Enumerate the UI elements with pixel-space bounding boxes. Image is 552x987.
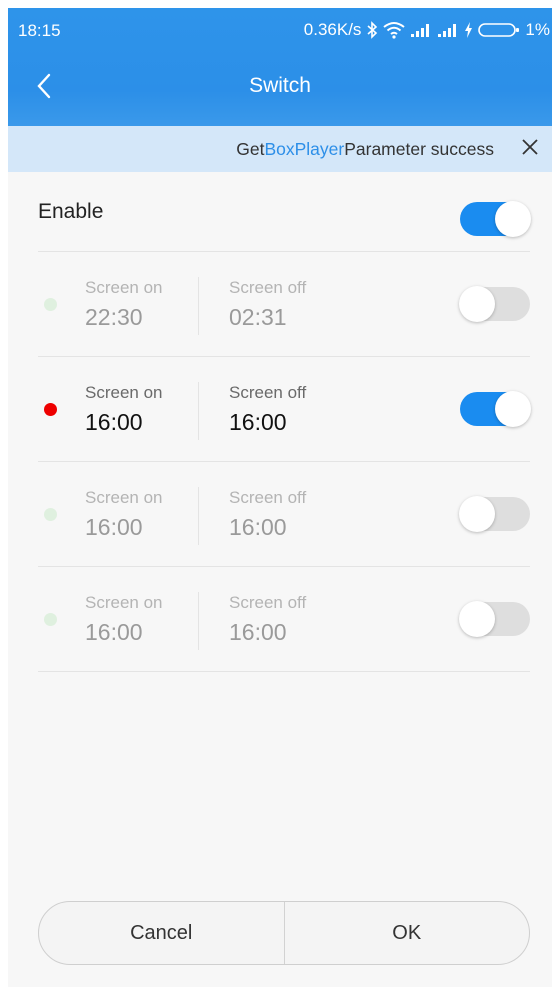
status-dot	[44, 508, 57, 521]
schedule-row: Screen on 16:00 Screen off 16:00	[38, 462, 530, 567]
status-icons: 0.36K/s 1%	[304, 20, 550, 40]
screen-on-time: 16:00	[85, 514, 143, 540]
column-divider	[198, 277, 199, 335]
schedule-row: Screen on 16:00 Screen off 16:00	[38, 567, 530, 672]
top-bar: 18:15 0.36K/s 1% Switch	[8, 8, 552, 126]
toast-close-button[interactable]	[520, 138, 540, 161]
screen-off-time: 16:00	[229, 409, 287, 435]
status-time: 18:15	[18, 21, 61, 40]
screen-on-time: 22:30	[85, 304, 143, 330]
screen: 18:15 0.36K/s 1% Switch GetBoxPlayerPara…	[8, 8, 552, 987]
screen-off-group[interactable]: Screen off 16:00	[229, 593, 306, 646]
screen-off-label: Screen off	[229, 488, 307, 507]
toast-text-part: Get	[236, 138, 265, 159]
page-title: Switch	[249, 74, 311, 97]
toggle-knob	[495, 391, 531, 427]
toast-message: GetBoxPlayerParameter success	[8, 126, 552, 172]
screen-off-label: Screen off	[229, 593, 307, 612]
action-buttons: Cancel OK	[38, 901, 530, 965]
schedule-toggle[interactable]	[459, 601, 530, 637]
screen-on-group[interactable]: Screen on 16:00	[85, 488, 163, 541]
battery-percent: 1%	[525, 20, 550, 39]
screen-on-time: 16:00	[85, 619, 143, 645]
screen-off-time: 16:00	[229, 514, 287, 540]
screen-off-group[interactable]: Screen off 02:31	[229, 278, 306, 331]
screen-off-time: 16:00	[229, 619, 287, 645]
toast-text-part: Parameter success	[344, 138, 494, 159]
screen-on-label: Screen on	[85, 488, 163, 507]
toggle-knob	[459, 496, 495, 532]
battery-icon	[478, 22, 520, 38]
toggle-knob	[459, 601, 495, 637]
status-dot	[44, 613, 57, 626]
bluetooth-icon	[366, 21, 378, 39]
enable-row: Enable	[38, 172, 531, 252]
signal-icon	[437, 22, 459, 38]
screen-on-time: 16:00	[85, 409, 143, 435]
toast-text: GetBoxPlayerParameter success	[236, 139, 494, 160]
enable-toggle[interactable]	[460, 201, 531, 237]
charging-icon	[464, 22, 473, 38]
enable-label: Enable	[38, 200, 104, 223]
screen-on-group[interactable]: Screen on 22:30	[85, 278, 163, 331]
screen-on-label: Screen on	[85, 593, 163, 612]
screen-off-group[interactable]: Screen off 16:00	[229, 488, 306, 541]
screen-off-time: 02:31	[229, 304, 287, 330]
schedule-row: Screen on 22:30 Screen off 02:31	[38, 252, 530, 357]
column-divider	[198, 487, 199, 545]
signal-icon	[410, 22, 432, 38]
screen-off-group[interactable]: Screen off 16:00	[229, 383, 306, 436]
status-dot	[44, 403, 57, 416]
toggle-knob	[459, 286, 495, 322]
screen-on-group[interactable]: Screen on 16:00	[85, 383, 163, 436]
column-divider	[198, 382, 199, 440]
net-speed: 0.36K/s	[303, 20, 362, 39]
screen-off-label: Screen off	[229, 383, 307, 402]
screen-on-label: Screen on	[85, 383, 163, 402]
schedule-toggle[interactable]	[459, 286, 530, 322]
ok-button[interactable]: OK	[285, 902, 530, 964]
screen-on-label: Screen on	[85, 278, 163, 297]
cancel-button[interactable]: Cancel	[39, 902, 284, 964]
toast-text-highlight: BoxPlayer	[264, 138, 345, 159]
status-dot	[44, 298, 57, 311]
schedule-toggle[interactable]	[459, 496, 530, 532]
schedule-row: Screen on 16:00 Screen off 16:00	[38, 357, 531, 462]
column-divider	[198, 592, 199, 650]
close-icon	[521, 138, 539, 161]
schedule-toggle[interactable]	[460, 391, 531, 427]
wifi-icon	[383, 21, 406, 39]
screen-on-group[interactable]: Screen on 16:00	[85, 593, 163, 646]
screen-off-label: Screen off	[229, 278, 307, 297]
toggle-knob	[495, 201, 531, 237]
